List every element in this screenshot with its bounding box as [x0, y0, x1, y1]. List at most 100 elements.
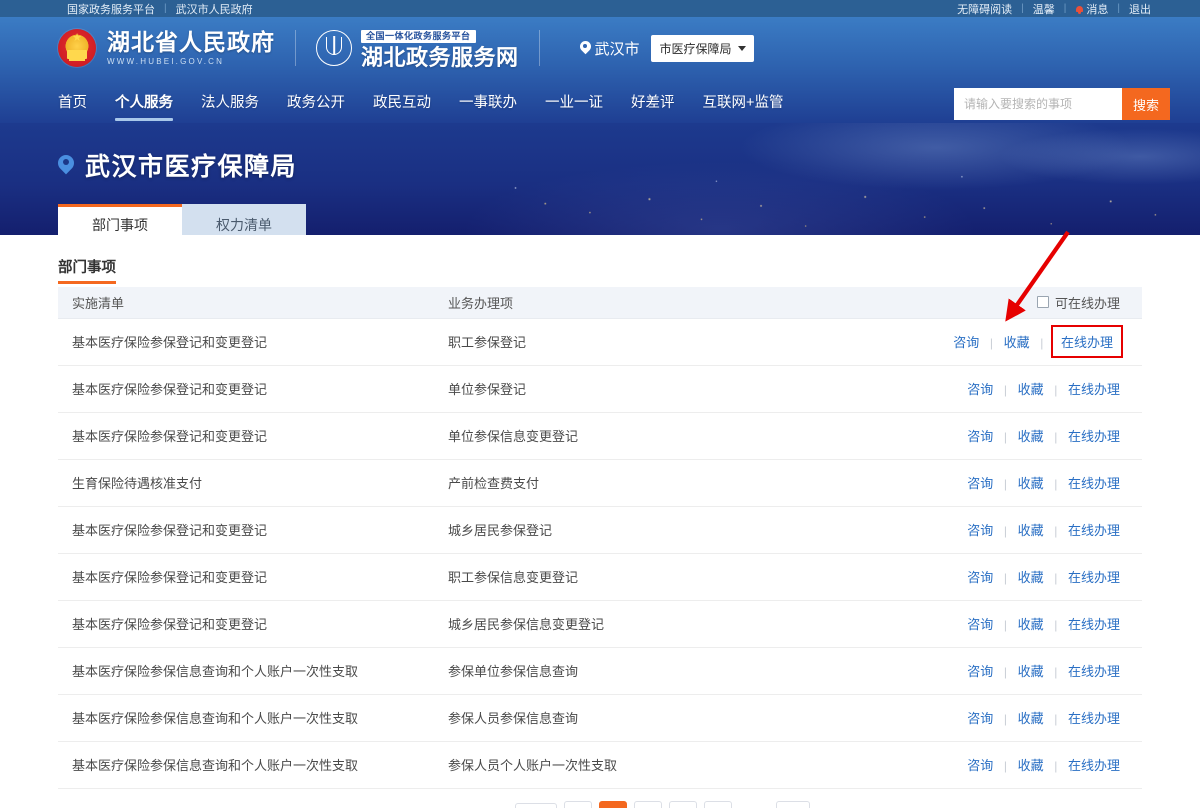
consult-link[interactable]: 咨询 — [967, 570, 993, 585]
topbar-link-logout[interactable]: 退出 — [1120, 1, 1160, 17]
online-handle-link[interactable]: 在线办理 — [1068, 523, 1120, 538]
action-divider: | — [1054, 477, 1057, 491]
table-row: 生育保险待遇核准支付 产前检查费支付 咨询 | 收藏 | 在线办理 — [58, 459, 1142, 506]
action-divider: | — [1004, 571, 1007, 585]
page-size-dropdown[interactable]: 10 — [515, 803, 557, 808]
hubei-platform-icon — [316, 30, 352, 66]
action-divider: | — [1004, 665, 1007, 679]
department-dropdown[interactable]: 市医疗保障局 — [651, 35, 754, 62]
topbar-link-national-platform[interactable]: 国家政务服务平台 — [58, 1, 164, 17]
action-divider: | — [1054, 571, 1057, 585]
cell-actions: 咨询 | 收藏 | 在线办理 — [858, 553, 1142, 600]
online-handle-link[interactable]: 在线办理 — [1068, 570, 1120, 585]
favorite-link[interactable]: 收藏 — [1018, 523, 1044, 538]
pagination-prev-button[interactable]: ‹ — [564, 801, 592, 808]
table-row: 基本医疗保险参保登记和变更登记 单位参保信息变更登记 咨询 | 收藏 | 在线办… — [58, 412, 1142, 459]
favorite-link[interactable]: 收藏 — [1018, 476, 1044, 491]
consult-link[interactable]: 咨询 — [967, 758, 993, 773]
topbar-link-warm[interactable]: 温馨 — [1024, 1, 1064, 17]
favorite-link[interactable]: 收藏 — [1018, 429, 1044, 444]
favorite-link[interactable]: 收藏 — [1018, 382, 1044, 397]
favorite-link[interactable]: 收藏 — [1018, 711, 1044, 726]
nav-item-one-thing[interactable]: 一事联办 — [445, 79, 531, 123]
platform-wordmark[interactable]: 全国一体化政务服务平台 湖北政务服务网 — [361, 27, 519, 69]
online-handle-link[interactable]: 在线办理 — [1068, 476, 1120, 491]
consult-link[interactable]: 咨询 — [967, 711, 993, 726]
cell-implementation-list: 基本医疗保险参保登记和变更登记 — [58, 506, 438, 553]
nav-item-legal[interactable]: 法人服务 — [187, 79, 273, 123]
favorite-link[interactable]: 收藏 — [1018, 664, 1044, 679]
favorite-link[interactable]: 收藏 — [1018, 758, 1044, 773]
cell-business-item: 单位参保信息变更登记 — [438, 412, 858, 459]
gov-wordmark[interactable]: 湖北省人民政府 WWW.HUBEI.GOV.CN — [107, 31, 275, 66]
cell-implementation-list: 基本医疗保险参保登记和变更登记 — [58, 553, 438, 600]
pagination-page-1[interactable]: 1 — [599, 801, 627, 808]
pagination-page-2[interactable]: 2 — [634, 801, 662, 808]
brand-divider — [539, 30, 540, 66]
pagination-next-button[interactable]: › — [704, 801, 732, 808]
pagination-jump-input[interactable] — [776, 801, 810, 808]
nav-item-one-cert[interactable]: 一业一证 — [531, 79, 617, 123]
department-dropdown-value: 市医疗保障局 — [660, 42, 732, 56]
pagination: 共26条 共3页 每页大小 10 ‹ 1 2 3 › 前往 页 — [58, 789, 1142, 808]
search-input[interactable] — [954, 88, 1122, 120]
nav-item-internet-supervision[interactable]: 互联网+监管 — [689, 79, 798, 123]
action-divider: | — [1004, 383, 1007, 397]
nav-item-interact[interactable]: 政民互动 — [359, 79, 445, 123]
consult-link[interactable]: 咨询 — [967, 382, 993, 397]
pagination-page-3[interactable]: 3 — [669, 801, 697, 808]
consult-link[interactable]: 咨询 — [967, 523, 993, 538]
table-header-row: 实施清单 业务办理项 可在线办理 — [58, 287, 1142, 318]
favorite-link[interactable]: 收藏 — [1004, 335, 1030, 350]
checkbox-icon[interactable] — [1037, 296, 1049, 308]
topbar-link-wuhan-gov[interactable]: 武汉市人民政府 — [167, 1, 262, 17]
nav-item-rating[interactable]: 好差评 — [617, 79, 689, 123]
nav-item-personal[interactable]: 个人服务 — [101, 79, 187, 123]
tab-power-list[interactable]: 权力清单 — [182, 204, 306, 235]
topbar-link-messages[interactable]: 消息 — [1066, 1, 1117, 17]
favorite-link[interactable]: 收藏 — [1018, 617, 1044, 632]
online-handle-link[interactable]: 在线办理 — [1068, 617, 1120, 632]
action-divider: | — [1004, 759, 1007, 773]
action-divider: | — [1004, 712, 1007, 726]
cell-business-item: 城乡居民参保登记 — [438, 506, 858, 553]
favorite-link[interactable]: 收藏 — [1018, 570, 1044, 585]
online-handle-link[interactable]: 在线办理 — [1068, 758, 1120, 773]
topbar-link-accessibility[interactable]: 无障碍阅读 — [948, 1, 1021, 17]
cell-actions: 咨询 | 收藏 | 在线办理 — [858, 600, 1142, 647]
consult-link[interactable]: 咨询 — [967, 664, 993, 679]
consult-link[interactable]: 咨询 — [967, 617, 993, 632]
online-handle-link[interactable]: 在线办理 — [1068, 664, 1120, 679]
consult-link[interactable]: 咨询 — [967, 476, 993, 491]
tab-department-items[interactable]: 部门事项 — [58, 204, 182, 235]
consult-link[interactable]: 咨询 — [967, 429, 993, 444]
cell-actions: 咨询 | 收藏 | 在线办理 — [858, 459, 1142, 506]
action-divider: | — [1054, 712, 1057, 726]
main-content: 部门事项 实施清单 业务办理项 可在线办理 基本医疗保险参保登记和变更登记 职工… — [0, 235, 1200, 808]
cell-implementation-list: 基本医疗保险参保登记和变更登记 — [58, 600, 438, 647]
table-header: 实施清单 业务办理项 可在线办理 — [58, 287, 1142, 318]
table-row: 基本医疗保险参保登记和变更登记 职工参保信息变更登记 咨询 | 收藏 | 在线办… — [58, 553, 1142, 600]
cell-implementation-list: 基本医疗保险参保信息查询和个人账户一次性支取 — [58, 694, 438, 741]
brand-row: 湖北省人民政府 WWW.HUBEI.GOV.CN 全国一体化政务服务平台 湖北政… — [0, 17, 1200, 79]
online-handle-link[interactable]: 在线办理 — [1068, 711, 1120, 726]
table-row: 基本医疗保险参保登记和变更登记 城乡居民参保登记 咨询 | 收藏 | 在线办理 — [58, 506, 1142, 553]
pagination-page-size-label: 每页大小 — [456, 804, 506, 808]
column-header-online-filter: 可在线办理 — [858, 287, 1142, 318]
action-divider: | — [1054, 524, 1057, 538]
cell-implementation-list: 基本医疗保险参保登记和变更登记 — [58, 365, 438, 412]
nav-item-open-gov[interactable]: 政务公开 — [273, 79, 359, 123]
action-divider: | — [1054, 618, 1057, 632]
online-handle-link[interactable]: 在线办理 — [1061, 335, 1113, 350]
search-button[interactable]: 搜索 — [1122, 88, 1170, 120]
column-header-business-item: 业务办理项 — [438, 287, 858, 318]
online-handle-link[interactable]: 在线办理 — [1068, 382, 1120, 397]
cell-actions: 咨询 | 收藏 | 在线办理 — [858, 318, 1142, 365]
online-handle-link[interactable]: 在线办理 — [1068, 429, 1120, 444]
cell-actions: 咨询 | 收藏 | 在线办理 — [858, 506, 1142, 553]
nav-item-home[interactable]: 首页 — [58, 79, 101, 123]
current-city-label[interactable]: 武汉市 — [595, 38, 640, 59]
online-filter-checkbox-wrap[interactable]: 可在线办理 — [1037, 293, 1120, 312]
consult-link[interactable]: 咨询 — [953, 335, 979, 350]
cell-business-item: 参保人员个人账户一次性支取 — [438, 741, 858, 788]
